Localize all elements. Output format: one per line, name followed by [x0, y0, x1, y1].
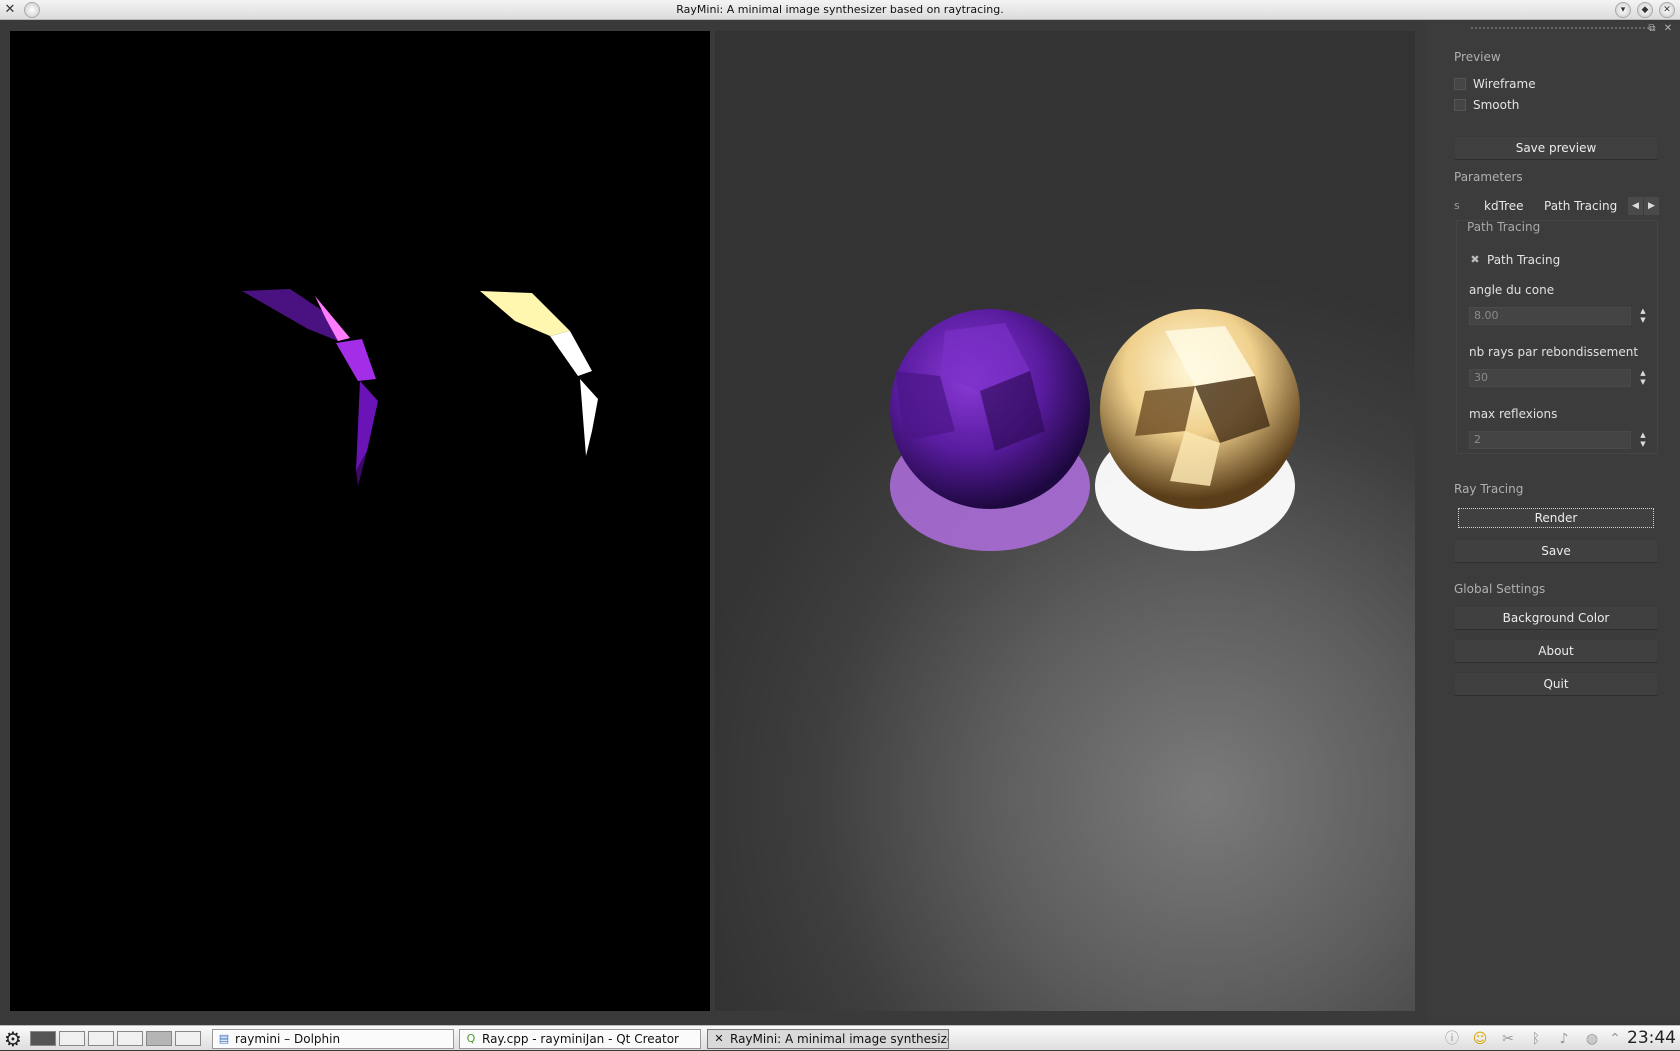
- save-button[interactable]: Save: [1454, 539, 1658, 563]
- path-tracing-checkbox[interactable]: ✖ Path Tracing: [1469, 253, 1560, 267]
- rays-per-bounce-label: nb rays par rebondissement: [1469, 345, 1639, 359]
- about-button[interactable]: About: [1454, 639, 1658, 663]
- bluetooth-icon[interactable]: ᛒ: [1527, 1030, 1545, 1048]
- dock-float-icon[interactable]: ⧉: [1646, 23, 1658, 35]
- window-title: RayMini: A minimal image synthesizer bas…: [676, 3, 1004, 16]
- network-icon[interactable]: ◍: [1583, 1030, 1601, 1048]
- spin-arrows-icon[interactable]: ▲ ▼: [1637, 431, 1649, 449]
- scissors-icon[interactable]: ✂: [1499, 1030, 1517, 1048]
- task-dolphin[interactable]: ▤ raymini – Dolphin: [212, 1029, 454, 1049]
- window-titlebar[interactable]: ✕ RayMini: A minimal image synthesizer b…: [0, 0, 1680, 20]
- wireframe-label: Wireframe: [1473, 77, 1536, 91]
- pager-desktop-2[interactable]: [59, 1031, 85, 1046]
- checked-x-icon[interactable]: ✖: [1469, 254, 1481, 266]
- tab-partial[interactable]: ꜱ: [1454, 199, 1460, 212]
- close-icon: ✕: [1663, 5, 1671, 15]
- tab-scroll-left-icon[interactable]: ◀: [1628, 197, 1643, 215]
- preview-section-title: Preview: [1454, 50, 1501, 64]
- save-preview-button[interactable]: Save preview: [1454, 136, 1658, 160]
- minimize-button[interactable]: ▾: [1615, 2, 1631, 18]
- global-settings-section-title: Global Settings: [1454, 582, 1546, 596]
- path-tracing-group: Path Tracing ✖ Path Tracing angle du con…: [1456, 220, 1658, 454]
- angle-cone-spinbox[interactable]: 8.00 ▲ ▼: [1469, 307, 1655, 325]
- volume-icon[interactable]: ♪: [1555, 1030, 1573, 1048]
- smooth-checkbox-box[interactable]: [1454, 99, 1466, 111]
- background-color-button[interactable]: Background Color: [1454, 606, 1658, 630]
- control-panel: ⧉ ✕ Preview Wireframe Smooth Save previe…: [1428, 22, 1680, 1022]
- info-icon[interactable]: ⓘ: [1443, 1030, 1461, 1048]
- max-reflexions-label: max reflexions: [1469, 407, 1558, 421]
- dock-close-icon[interactable]: ✕: [1662, 23, 1674, 35]
- taskbar: ⚙ ▤ raymini – Dolphin Q Ray.cpp - raymin…: [0, 1025, 1680, 1050]
- render-viewport: [10, 31, 710, 1011]
- tab-kdtree[interactable]: kdTree: [1484, 199, 1524, 213]
- rays-per-bounce-spinbox[interactable]: 30 ▲ ▼: [1469, 369, 1655, 387]
- pager-desktop-3[interactable]: [88, 1031, 114, 1046]
- wireframe-checkbox-box[interactable]: [1454, 78, 1466, 90]
- close-button[interactable]: ✕: [1659, 2, 1675, 18]
- qt-creator-icon: Q: [466, 1032, 476, 1045]
- maximize-icon: ◆: [1641, 5, 1649, 15]
- task-raymini[interactable]: ✕ RayMini: A minimal image synthesizer b: [707, 1029, 949, 1049]
- wireframe-checkbox[interactable]: Wireframe: [1454, 77, 1536, 91]
- dolphin-icon: ▤: [218, 1032, 230, 1045]
- max-reflexions-spinbox[interactable]: 2 ▲ ▼: [1469, 431, 1655, 449]
- angle-cone-label: angle du cone: [1469, 283, 1555, 297]
- pager-desktop-4[interactable]: [117, 1031, 143, 1046]
- smooth-checkbox[interactable]: Smooth: [1454, 98, 1519, 112]
- kde-x-icon: ✕: [714, 1032, 724, 1045]
- rays-per-bounce-field[interactable]: 30: [1469, 369, 1631, 387]
- smooth-label: Smooth: [1473, 98, 1520, 112]
- angle-cone-field[interactable]: 8.00: [1469, 307, 1631, 325]
- tab-scroll-right-icon[interactable]: ▶: [1644, 197, 1659, 215]
- tray-expand-icon[interactable]: ⌃: [1609, 1030, 1621, 1048]
- pager-desktop-5[interactable]: [146, 1031, 172, 1046]
- path-tracing-checkbox-label: Path Tracing: [1487, 253, 1561, 267]
- render-crescent-cream-mid: [550, 331, 592, 376]
- preview-scene: [890, 309, 1300, 551]
- render-crescent-cream-low: [580, 379, 598, 456]
- render-button[interactable]: Render: [1458, 508, 1654, 528]
- path-tracing-group-title: Path Tracing: [1467, 220, 1541, 234]
- render-crescent-purple-low: [356, 381, 378, 471]
- task-dolphin-label: raymini – Dolphin: [235, 1032, 341, 1046]
- task-qt-creator[interactable]: Q Ray.cpp - rayminiJan - Qt Creator: [459, 1029, 701, 1049]
- pager-desktop-1[interactable]: [30, 1031, 56, 1046]
- task-qt-creator-label: Ray.cpp - rayminiJan - Qt Creator: [482, 1032, 679, 1046]
- render-crescent-purple-mid: [336, 339, 376, 381]
- parameters-tabbar: ꜱ kdTree Path Tracing ◀ ▶: [1454, 196, 1659, 218]
- parameters-section-title: Parameters: [1454, 170, 1523, 184]
- spin-arrows-icon[interactable]: ▲ ▼: [1637, 369, 1649, 387]
- dock-grip[interactable]: [1470, 26, 1652, 30]
- smiley-icon[interactable]: ☺: [1471, 1030, 1489, 1048]
- clock[interactable]: 23:44: [1627, 1028, 1676, 1048]
- pager-desktop-6[interactable]: [175, 1031, 201, 1046]
- tab-path-tracing[interactable]: Path Tracing: [1544, 199, 1617, 213]
- max-reflexions-field[interactable]: 2: [1469, 431, 1631, 449]
- minimize-icon: ▾: [1620, 5, 1626, 15]
- render-image: [242, 289, 598, 486]
- ray-tracing-section-title: Ray Tracing: [1454, 482, 1524, 496]
- task-raymini-label: RayMini: A minimal image synthesizer b: [730, 1032, 949, 1046]
- maximize-button[interactable]: ◆: [1637, 2, 1653, 18]
- gl-preview-viewport[interactable]: [715, 31, 1415, 1011]
- quit-button[interactable]: Quit: [1454, 672, 1658, 696]
- spin-arrows-icon[interactable]: ▲ ▼: [1637, 307, 1649, 325]
- kmenu-gear-icon[interactable]: ⚙: [2, 1028, 24, 1050]
- render-crescent-cream-top: [480, 291, 570, 336]
